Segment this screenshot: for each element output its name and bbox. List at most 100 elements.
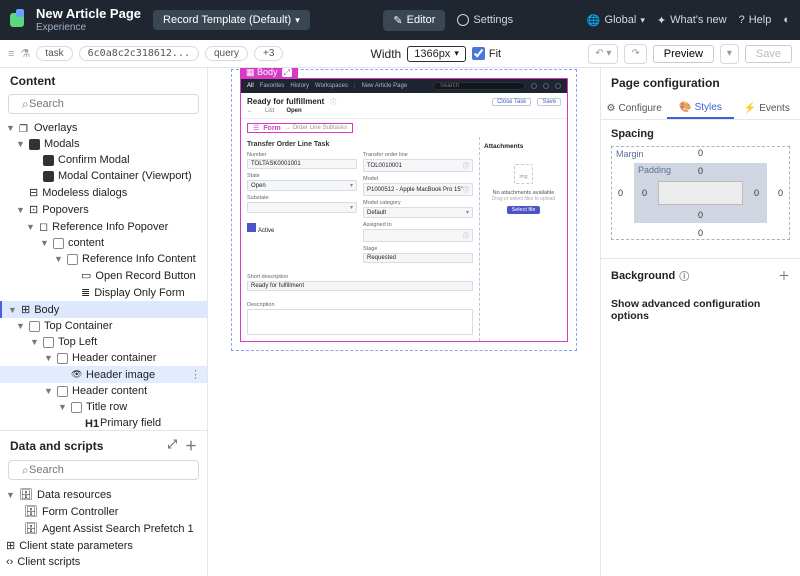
substate-field[interactable]: ▾: [247, 202, 357, 213]
page-subtitle: Experience: [36, 22, 141, 33]
tree-reference-popover[interactable]: ▼◻Reference Info Popover: [0, 218, 207, 235]
tree-top-container[interactable]: ▼Top Container: [0, 318, 207, 334]
tree-popovers[interactable]: ▼⊡Popovers: [0, 201, 207, 218]
preview-avatar-icon: [555, 83, 561, 89]
tree-open-record-button[interactable]: ▭Open Record Button: [0, 267, 207, 284]
editor-button[interactable]: ✎Editor: [383, 10, 445, 31]
padding-box[interactable]: Padding 0 0 0 0: [634, 163, 767, 223]
tree-content[interactable]: ▼content: [0, 235, 207, 251]
tree-header-content[interactable]: ▼Header content: [0, 383, 207, 399]
save-record-button[interactable]: Save: [537, 98, 561, 106]
modal-icon: [43, 171, 54, 182]
form-chip[interactable]: ☰Form → Order Line Subtasks: [247, 123, 353, 133]
short-description-field[interactable]: Ready for fulfillment: [247, 281, 473, 291]
active-checkbox[interactable]: [247, 223, 256, 232]
add-icon[interactable]: ＋: [185, 437, 197, 454]
globe-icon: 🌐: [587, 14, 601, 27]
more-pill[interactable]: +3: [254, 46, 283, 61]
content-search-input[interactable]: [8, 94, 199, 114]
advanced-config-link[interactable]: Show advanced configuration options: [601, 292, 800, 328]
state-field[interactable]: Open▾: [247, 180, 357, 191]
client-scripts[interactable]: ‹›Client scripts: [0, 554, 207, 570]
tree-confirm-modal[interactable]: Confirm Modal: [0, 152, 207, 168]
tree-body[interactable]: ▼⊞Body: [0, 301, 207, 318]
data-search-input[interactable]: [8, 460, 199, 480]
tree-top-left[interactable]: ▼Top Left: [0, 334, 207, 350]
container-icon: [53, 238, 64, 249]
undo-button[interactable]: ↶ ▾: [588, 44, 618, 64]
form-controller[interactable]: 🗄Form Controller: [0, 503, 207, 520]
record-id-pill[interactable]: 6c0a8c2c318612...: [79, 46, 199, 61]
record-template-button[interactable]: Record Template (Default)▾: [153, 10, 310, 30]
eye-icon: [71, 369, 82, 380]
spacing-title: Spacing: [611, 128, 790, 140]
tree-overlays[interactable]: ▼Overlays: [0, 120, 207, 136]
gear-icon: ⚙: [607, 103, 616, 114]
modal-icon: [29, 139, 40, 150]
layers-icon: [19, 123, 30, 134]
select-file-button[interactable]: Select file: [507, 206, 541, 214]
agent-assist[interactable]: 🗄Agent Assist Search Prefetch 1: [0, 520, 207, 537]
tab-styles[interactable]: 🎨Styles: [667, 98, 733, 119]
info-icon[interactable]: ⓘ: [679, 268, 689, 283]
close-task-button[interactable]: Close Task: [492, 98, 531, 106]
description-field[interactable]: [247, 309, 473, 335]
add-background-button[interactable]: ＋: [778, 267, 790, 284]
tree-reference-content[interactable]: ▼Reference Info Content: [0, 251, 207, 267]
save-button[interactable]: Save: [745, 45, 792, 63]
contrast-icon: ◐: [783, 14, 790, 26]
settings-button[interactable]: Settings: [457, 14, 513, 26]
preview-search[interactable]: [433, 82, 525, 90]
assigned-to-field[interactable]: ⓘ: [363, 229, 473, 242]
model-field[interactable]: P1000512 - Apple MacBook Pro 15"ⓘ: [363, 183, 473, 196]
tree-header-container[interactable]: ▼Header container: [0, 350, 207, 366]
body-selection-chip[interactable]: ▦ Body⤢: [240, 68, 298, 79]
body-chip-handle-icon[interactable]: ⤢: [282, 68, 292, 77]
client-state[interactable]: ⊞Client state parameters: [0, 537, 207, 554]
tree-primary-field[interactable]: H1Primary field: [0, 415, 207, 430]
preview-dropdown[interactable]: ▾: [720, 44, 739, 64]
container-icon: [57, 353, 68, 364]
flask-icon[interactable]: ⚗: [20, 47, 30, 60]
expand-icon[interactable]: ⤢: [167, 437, 177, 454]
app-logo: [10, 13, 24, 27]
help-icon: ?: [739, 14, 745, 26]
info-icon[interactable]: ⓘ: [330, 97, 336, 106]
whats-new-button[interactable]: ✦What's new: [657, 14, 727, 27]
margin-box[interactable]: Margin 0 0 0 0 Padding 0 0 0 0: [611, 146, 790, 240]
page-title: New Article Page: [36, 7, 141, 21]
query-pill[interactable]: query: [205, 46, 248, 61]
content-panel-title: Content: [0, 68, 207, 94]
preview-record-title: Ready for fulfillment: [247, 97, 324, 106]
heading-icon: H1: [85, 418, 96, 429]
background-title: Background: [611, 270, 675, 282]
gear-icon: [457, 14, 469, 26]
tree-modals[interactable]: ▼Modals: [0, 136, 207, 152]
tree-title-row[interactable]: ▼Title row: [0, 399, 207, 415]
data-resources[interactable]: ▼🗄Data resources: [0, 486, 207, 503]
redo-button[interactable]: ↷: [624, 44, 646, 64]
menu-icon[interactable]: ≡: [8, 48, 14, 60]
attachment-placeholder-icon: img: [514, 164, 532, 184]
contrast-toggle[interactable]: ◐: [783, 14, 790, 26]
global-menu[interactable]: 🌐Global▾: [587, 14, 645, 27]
tab-events[interactable]: ⚡Events: [734, 98, 800, 119]
task-pill[interactable]: task: [36, 46, 72, 61]
bolt-icon: ⚡: [744, 103, 756, 114]
width-select[interactable]: 1366px▾: [407, 46, 466, 62]
tree-header-image[interactable]: Header image ⋮: [0, 366, 207, 383]
tree-modal-container[interactable]: Modal Container (Viewport): [0, 168, 207, 184]
tol-field[interactable]: TOL0010001ⓘ: [363, 159, 473, 172]
data-panel-title: Data and scripts: [10, 439, 103, 453]
tab-configure[interactable]: ⚙Configure: [601, 98, 667, 119]
tree-modeless[interactable]: ⊟Modeless dialogs: [0, 184, 207, 201]
tree-display-only-form[interactable]: ≣Display Only Form: [0, 284, 207, 301]
fit-checkbox[interactable]: Fit: [472, 47, 501, 60]
model-category-field[interactable]: Default▾: [363, 207, 473, 218]
more-icon[interactable]: ⋮: [190, 368, 201, 381]
number-field[interactable]: TOLTASK0001001: [247, 159, 357, 169]
modal-icon: [43, 155, 54, 166]
stage-field[interactable]: Requested: [363, 253, 473, 263]
preview-button[interactable]: Preview: [653, 45, 714, 63]
help-button[interactable]: ?Help: [739, 14, 772, 26]
